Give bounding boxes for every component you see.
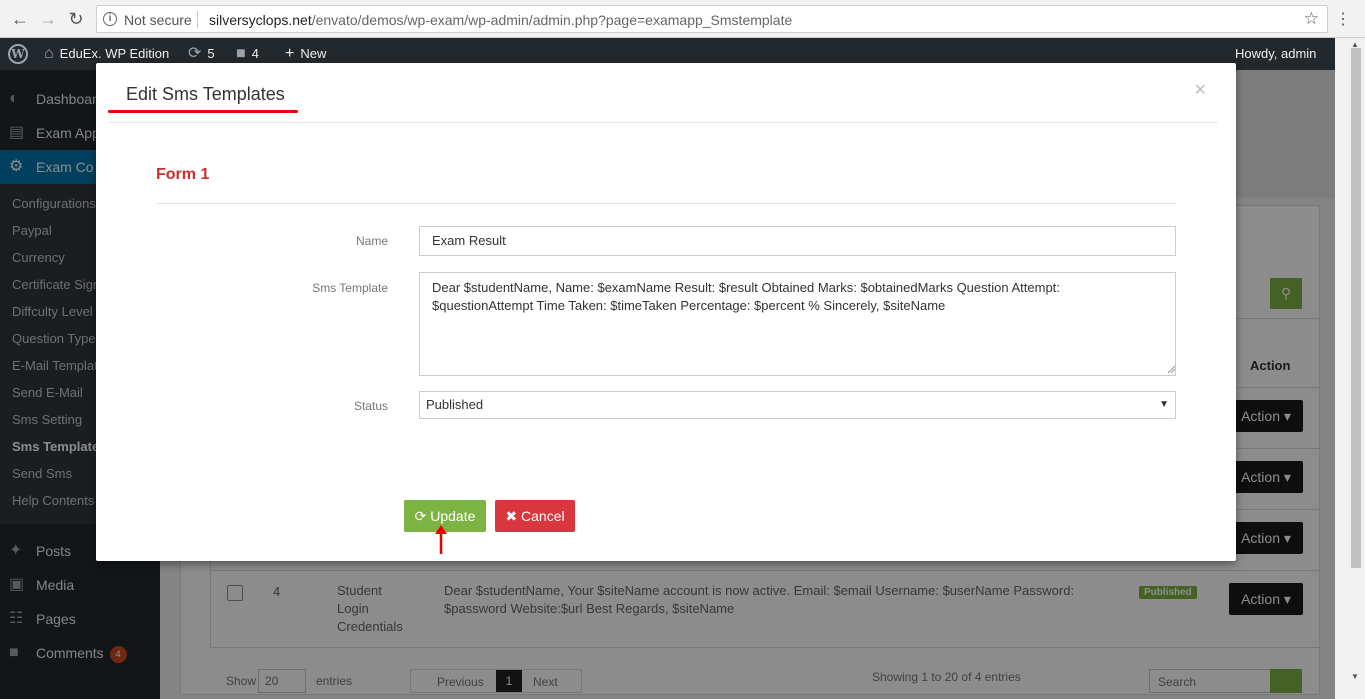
status-value: Published [426,397,484,412]
resize-grip-icon[interactable] [1166,364,1176,374]
reload-icon[interactable]: ↻ [66,9,86,29]
updates-count: 5 [207,46,215,61]
forward-icon[interactable]: → [38,9,58,29]
status-label: Status [353,399,388,413]
url-text[interactable]: silversyclops.net/envato/demos/wp-exam/w… [209,12,792,28]
name-field[interactable]: Exam Result [419,226,1176,256]
close-x-icon: ✖ [505,508,518,524]
info-icon[interactable]: i [103,12,117,26]
wordpress-logo-icon[interactable]: W [8,44,28,64]
cancel-button[interactable]: ✖ Cancel [495,500,575,532]
chevron-down-icon: ▼ [1159,399,1169,410]
modal-title: Edit Sms Templates [126,84,285,104]
url-path: /envato/demos/wp-exam/wp-admin/admin.php… [311,12,793,28]
status-select[interactable]: Published ▼ [419,391,1176,419]
account-link[interactable]: Howdy, admin [1235,38,1316,70]
howdy-label: Howdy, admin [1235,46,1317,61]
scrollbar-thumb[interactable] [1351,48,1361,568]
page-scrollbar[interactable]: ▲ ▼ [1335,38,1365,699]
update-label: Update [430,508,476,524]
home-icon: ⌂ [44,45,54,62]
new-label: New [300,46,327,61]
site-name-label: EduEx. WP Edition [59,46,170,61]
refresh-icon: ⟳ [414,508,427,524]
annotation-arrow-icon [435,525,447,554]
sms-template-textarea[interactable]: Dear $studentName, Name: $examName Resul… [419,272,1176,376]
name-label: Name [355,234,388,248]
address-bar[interactable]: i Not secure silversyclops.net/envato/de… [96,5,1328,33]
address-divider [197,11,198,28]
comments-count: 4 [251,46,259,61]
sms-template-label: Sms Template [312,281,388,295]
scroll-down-icon[interactable]: ▼ [1351,672,1359,681]
modal-header-divider [108,122,1218,123]
browser-menu-icon[interactable]: ⋮ [1335,9,1351,29]
cancel-label: Cancel [521,508,565,524]
bookmark-star-icon[interactable]: ☆ [1304,9,1319,29]
plus-icon: + [285,45,295,62]
edit-sms-template-modal: Edit Sms Templates × Form 1 Name Exam Re… [96,63,1236,561]
security-status: Not secure [124,12,192,28]
close-icon[interactable]: × [1194,79,1206,102]
browser-toolbar: ← → ↻ i Not secure silversyclops.net/env… [0,0,1365,38]
url-host: silversyclops.net [209,12,312,28]
form-divider [156,203,1176,204]
form-title: Form 1 [156,166,210,183]
comment-bubble-icon: ■ [236,45,246,62]
title-annotation-underline [108,110,298,113]
update-icon: ⟳ [188,45,202,62]
back-icon[interactable]: ← [10,9,30,29]
